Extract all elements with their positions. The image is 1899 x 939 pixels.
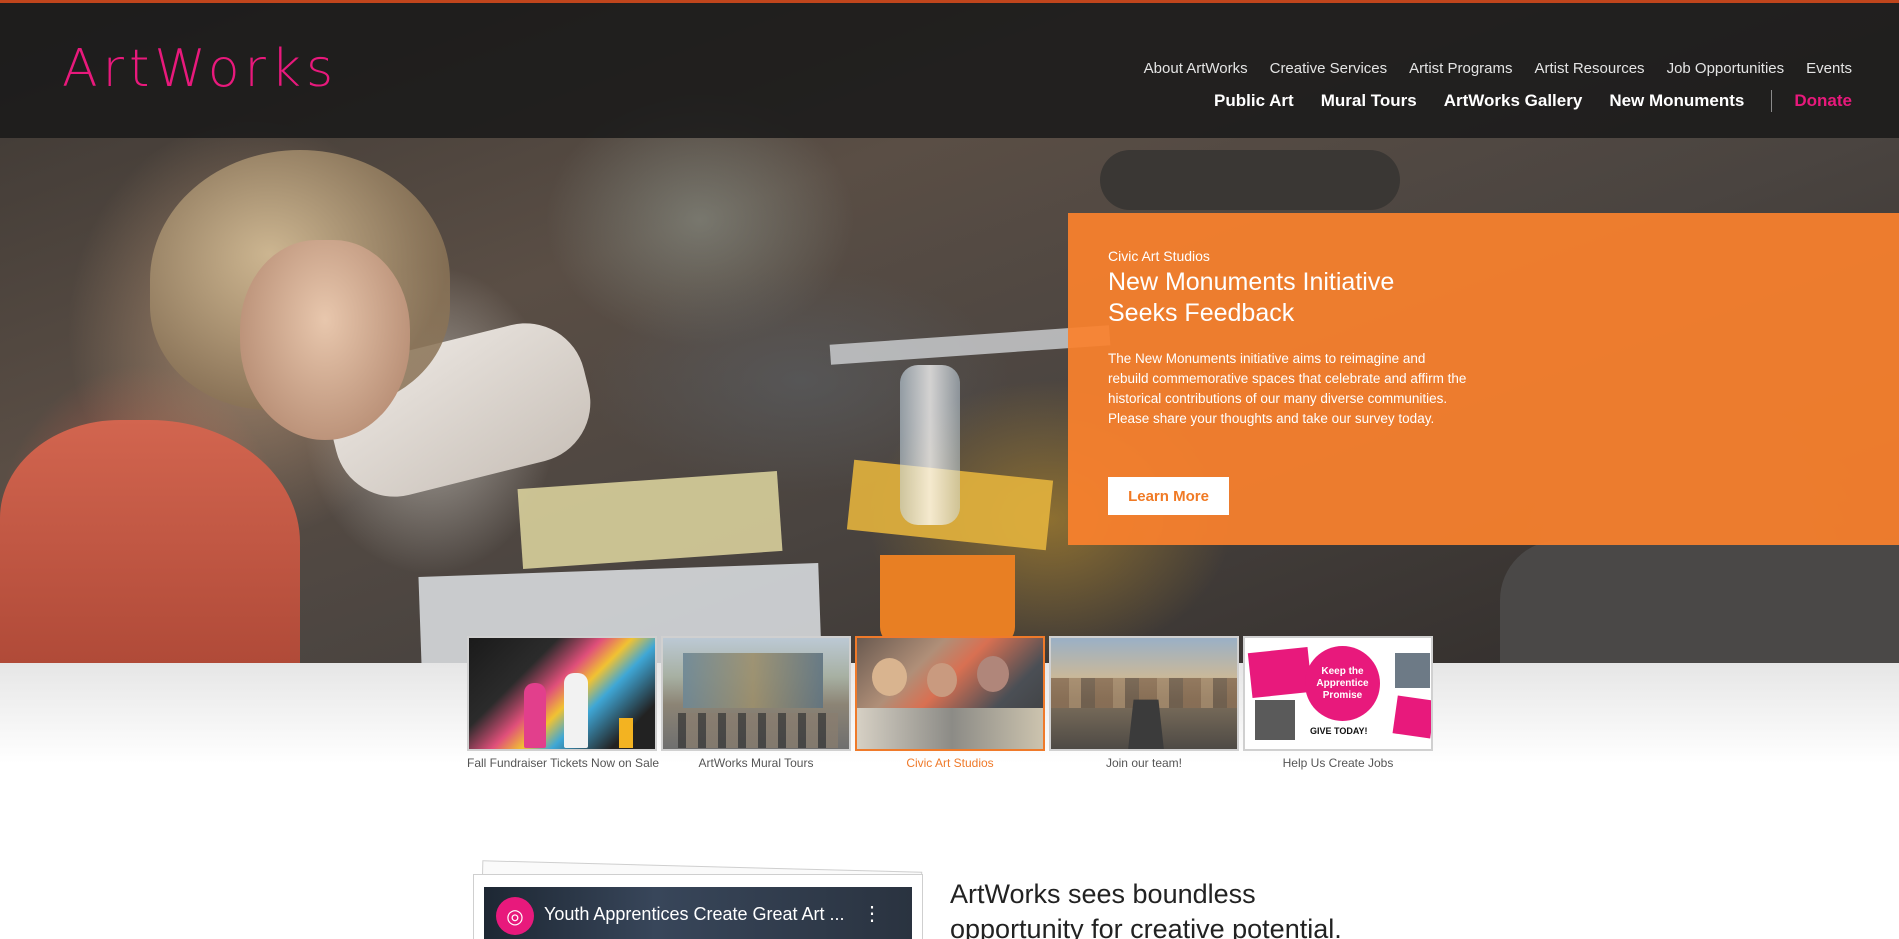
thumb-shape: [678, 713, 838, 748]
learn-more-button[interactable]: Learn More: [1108, 477, 1229, 515]
slide-thumbnails: Fall Fundraiser Tickets Now on Sale ArtW…: [467, 636, 1433, 770]
thumb-shape: [872, 658, 907, 696]
nav-public-art[interactable]: Public Art: [1214, 91, 1294, 111]
thumb-shape: [1247, 646, 1313, 699]
hero-shape: [880, 555, 1015, 645]
nav-mural-tours[interactable]: Mural Tours: [1321, 91, 1417, 111]
nav-artist-programs[interactable]: Artist Programs: [1409, 60, 1512, 77]
nav-divider: [1771, 90, 1773, 112]
nav-job-opportunities[interactable]: Job Opportunities: [1667, 60, 1785, 77]
intro-text: ArtWorks sees boundless opportunity for …: [950, 879, 1342, 939]
hero-shape: [0, 420, 300, 663]
thumbnail-help-create-jobs[interactable]: Keep the Apprentice Promise GIVE TODAY! …: [1243, 636, 1433, 770]
thumbnail-mural-tours[interactable]: ArtWorks Mural Tours: [661, 636, 851, 770]
thumbnail-image: [661, 636, 851, 751]
thumb-shape: [619, 718, 633, 748]
hero-shape: [1500, 540, 1899, 663]
nav-artist-resources[interactable]: Artist Resources: [1535, 60, 1645, 77]
video-player[interactable]: ◎ Youth Apprentices Create Great Art ...…: [484, 887, 912, 939]
feature-title: New Monuments Initiative Seeks Feedback: [1108, 268, 1395, 327]
thumb-shape: [1127, 699, 1165, 749]
donate-link[interactable]: Donate: [1794, 91, 1852, 111]
nav-artworks-gallery[interactable]: ArtWorks Gallery: [1444, 91, 1583, 111]
feature-panel: Civic Art Studios New Monuments Initiati…: [1068, 213, 1899, 545]
nav-new-monuments[interactable]: New Monuments: [1609, 91, 1744, 111]
thumb-shape: [564, 673, 588, 748]
video-card: ◎ Youth Apprentices Create Great Art ...…: [473, 860, 933, 939]
thumbnail-caption: Civic Art Studios: [906, 756, 994, 770]
nav-creative-services[interactable]: Creative Services: [1270, 60, 1388, 77]
site-header: ArtWorks About ArtWorks Creative Service…: [0, 3, 1899, 138]
nav-about[interactable]: About ArtWorks: [1144, 60, 1248, 77]
thumbnail-caption: Fall Fundraiser Tickets Now on Sale: [467, 756, 660, 770]
thumbnail-caption: Help Us Create Jobs: [1282, 756, 1394, 770]
thumb-shape: [927, 663, 957, 697]
card-frame: ◎ Youth Apprentices Create Great Art ...…: [473, 874, 923, 939]
thumb-shape: [683, 653, 823, 708]
video-title[interactable]: Youth Apprentices Create Great Art ...: [544, 904, 845, 925]
artworks-logo[interactable]: ArtWorks: [62, 39, 338, 99]
thumbnail-image: [1049, 636, 1239, 751]
hero-shape: [1100, 150, 1400, 210]
thumb-shape: [524, 683, 546, 748]
thumbnail-caption: Join our team!: [1105, 756, 1183, 770]
thumbnail-image: Keep the Apprentice Promise GIVE TODAY!: [1243, 636, 1433, 751]
promise-badge: Keep the Apprentice Promise: [1305, 646, 1380, 721]
thumbnail-fall-fundraiser[interactable]: Fall Fundraiser Tickets Now on Sale: [467, 636, 660, 770]
thumbnail-image: [467, 636, 657, 751]
thumbnail-join-our-team[interactable]: Join our team!: [1049, 636, 1239, 770]
hero-shape: [900, 365, 960, 525]
swirl-icon[interactable]: ◎: [496, 897, 534, 935]
nav-events[interactable]: Events: [1806, 60, 1852, 77]
primary-nav: Public Art Mural Tours ArtWorks Gallery …: [1187, 90, 1852, 112]
feature-kicker: Civic Art Studios: [1108, 248, 1210, 264]
thumb-shape: [857, 708, 1043, 749]
thumb-shape: [1255, 700, 1295, 740]
give-today-text: GIVE TODAY!: [1310, 726, 1368, 736]
thumbnail-caption: ArtWorks Mural Tours: [698, 756, 814, 770]
thumb-shape: [1395, 653, 1430, 688]
hero-shape: [517, 471, 783, 569]
thumbnail-civic-art-studios[interactable]: Civic Art Studios: [855, 636, 1045, 770]
hero-shape: [240, 240, 410, 440]
thumbnail-image: [855, 636, 1045, 751]
kebab-icon[interactable]: ⋮: [862, 901, 882, 926]
secondary-nav: About ArtWorks Creative Services Artist …: [1144, 60, 1852, 77]
feature-description: The New Monuments initiative aims to rei…: [1108, 351, 1467, 426]
thumb-shape: [1392, 695, 1431, 739]
thumb-shape: [977, 656, 1009, 692]
